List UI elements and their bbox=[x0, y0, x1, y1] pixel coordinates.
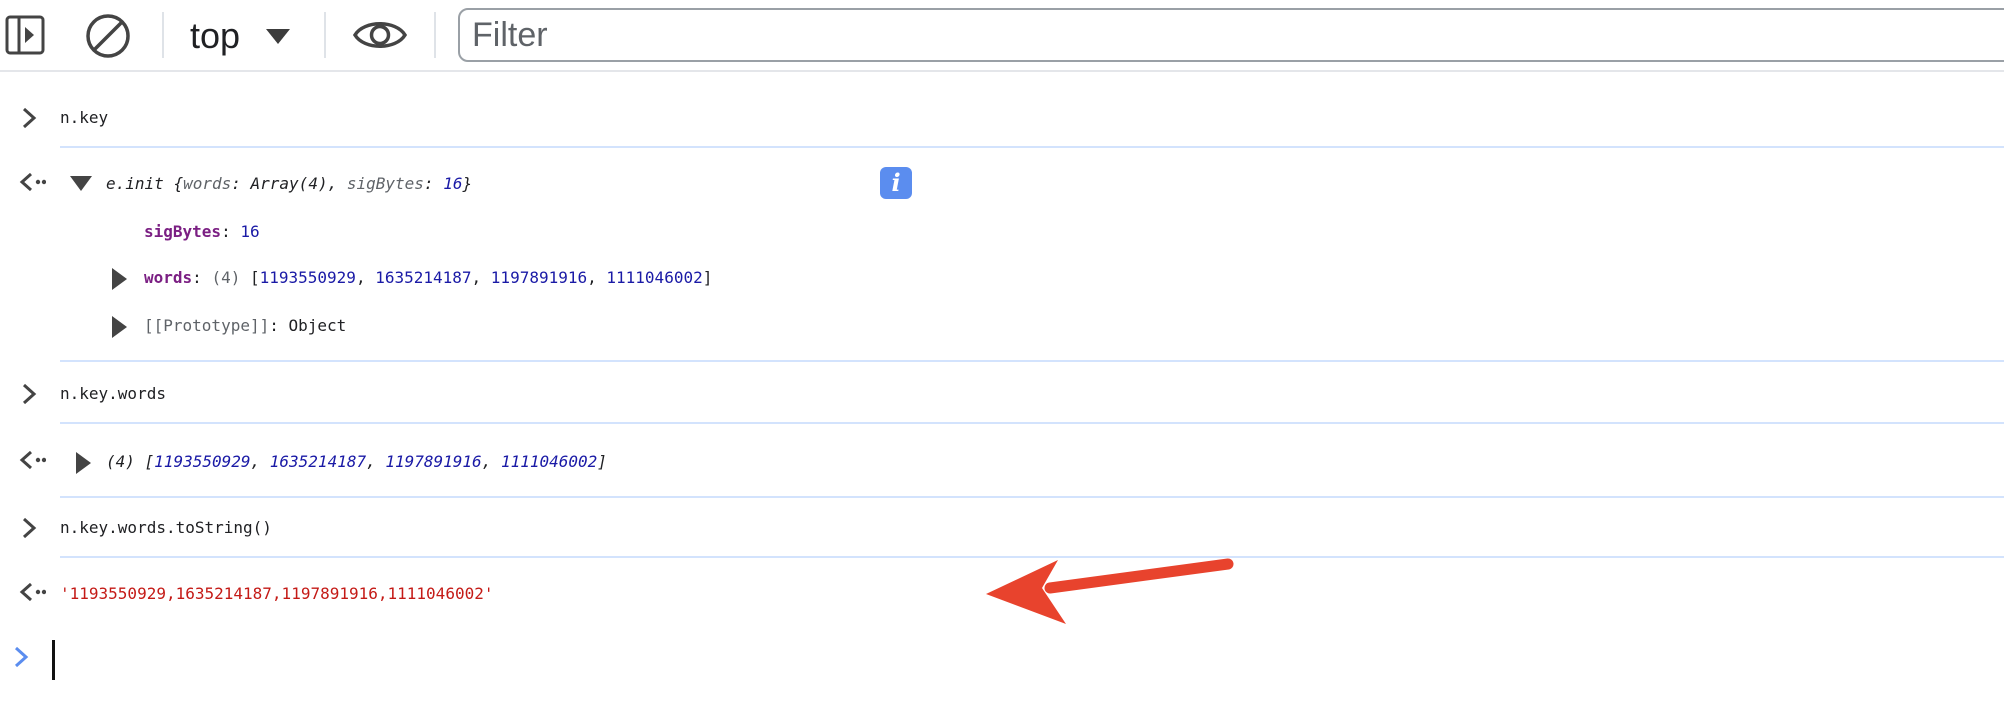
active-prompt-icon bbox=[14, 646, 29, 668]
output-return-icon bbox=[19, 582, 46, 602]
entry-divider bbox=[60, 146, 2004, 148]
expand-toggle-icon[interactable] bbox=[112, 268, 127, 290]
filter-input[interactable] bbox=[458, 8, 2004, 62]
eye-icon[interactable] bbox=[352, 14, 408, 56]
entry-divider bbox=[60, 496, 2004, 498]
console-prompt-input[interactable] bbox=[52, 640, 55, 680]
expand-toggle-icon[interactable] bbox=[76, 452, 91, 474]
console-input-line: n.key.words bbox=[60, 384, 166, 403]
property-words[interactable]: words: (4) [1193550929, 1635214187, 1197… bbox=[144, 256, 712, 300]
console-toolbar: top bbox=[0, 0, 2004, 72]
property-prototype[interactable]: [[Prototype]]: Object bbox=[144, 304, 346, 348]
console-output: n.key e.init {words: Array(4), sigBytes:… bbox=[0, 72, 2004, 720]
sidebar-toggle-icon[interactable] bbox=[4, 14, 46, 56]
entry-divider bbox=[60, 360, 2004, 362]
input-prompt-icon bbox=[22, 383, 37, 405]
entry-divider bbox=[60, 422, 2004, 424]
expand-toggle-icon[interactable] bbox=[112, 316, 127, 338]
annotation-arrow-icon bbox=[986, 558, 1234, 624]
output-return-icon bbox=[19, 172, 46, 192]
context-label: top bbox=[190, 15, 241, 56]
string-result: '1193550929,1635214187,1197891916,111104… bbox=[60, 584, 494, 603]
clear-console-icon[interactable] bbox=[84, 12, 132, 60]
input-prompt-icon bbox=[22, 517, 37, 539]
property-sigbytes: sigBytes: 16 bbox=[144, 222, 260, 241]
toolbar-separator bbox=[434, 12, 436, 58]
output-return-icon bbox=[19, 450, 46, 470]
info-badge-icon[interactable]: i bbox=[880, 167, 912, 199]
object-summary[interactable]: e.init {words: Array(4), sigBytes: 16} bbox=[106, 162, 472, 206]
array-summary[interactable]: (4) [1193550929, 1635214187, 1197891916,… bbox=[106, 440, 607, 484]
toolbar-separator bbox=[162, 12, 164, 58]
toolbar-separator bbox=[324, 12, 326, 58]
context-selector[interactable]: top bbox=[190, 10, 291, 62]
console-input-line: n.key.words.toString() bbox=[60, 518, 272, 537]
chevron-down-icon bbox=[266, 28, 291, 44]
input-prompt-icon bbox=[22, 107, 37, 129]
console-input-line: n.key bbox=[60, 108, 109, 127]
expand-toggle-icon[interactable] bbox=[70, 176, 92, 191]
